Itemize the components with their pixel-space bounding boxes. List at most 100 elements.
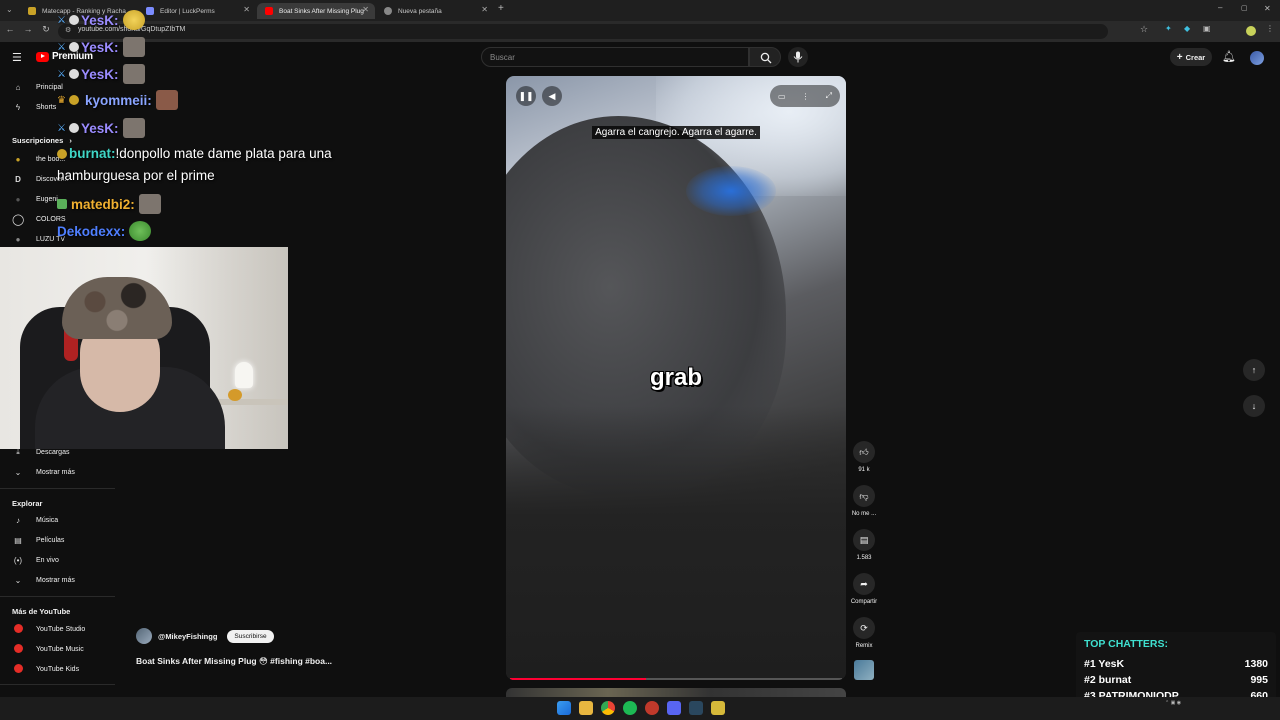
youtube-play-icon (36, 51, 49, 62)
sound-thumbnail[interactable] (854, 660, 874, 680)
channel-avatar[interactable] (136, 628, 152, 644)
app-icon[interactable] (711, 701, 725, 715)
sidebar-item-en-vivo[interactable]: (•) En vivo (12, 553, 59, 567)
discord-icon[interactable] (667, 701, 681, 715)
next-short-preview (506, 688, 846, 697)
profile-avatar[interactable] (1246, 26, 1256, 36)
steam-icon[interactable] (689, 701, 703, 715)
chat-username: Dekodexx: (57, 223, 126, 239)
url-field[interactable]: ⚙ youtube.com/shorts/GqDtupZIbTM (58, 24, 1108, 39)
emote-image (129, 221, 152, 241)
reload-icon[interactable]: ↻ (40, 24, 52, 35)
volume-icon: ◀︎ (548, 90, 556, 101)
sidebar-item-label: Descargas (36, 448, 70, 456)
tab-label: Editor | LuckPerms (160, 7, 215, 15)
create-button[interactable]: + Crear (1170, 48, 1212, 66)
sidebar-item-youtube-kids[interactable]: YouTube Kids (12, 662, 79, 676)
maximize-icon[interactable]: ▢ (1241, 4, 1248, 12)
like-action[interactable]: 👍︎ 91 k (850, 441, 878, 473)
top-chatters-title: TOP CHATTERS: (1084, 638, 1169, 650)
close-icon[interactable]: ✕ (481, 5, 488, 14)
captions-icon[interactable]: ▭ (778, 92, 786, 101)
tab-favicon (28, 7, 36, 15)
chrome-icon[interactable] (601, 701, 615, 715)
more-options-icon[interactable]: ⋮ (802, 92, 810, 101)
file-explorer-icon[interactable] (579, 701, 593, 715)
chat-message: ⚔ YesK: (57, 37, 145, 57)
new-tab-icon[interactable]: + (498, 3, 504, 14)
top-chatter-name-group: #1 YesK (1084, 658, 1124, 670)
sword-badge-icon: ⚔ (57, 69, 66, 80)
sidebar-item-youtube-studio[interactable]: YouTube Studio (12, 622, 85, 636)
chat-message: ♛ kyommeii: (57, 90, 178, 110)
sword-badge-icon: ⚔ (57, 15, 66, 26)
top-chatter-name: YesK (1098, 658, 1125, 670)
windows-start-icon[interactable] (557, 701, 571, 715)
minimize-icon[interactable]: – (1218, 3, 1222, 12)
sidebar-item-principal[interactable]: ⌂ Principal (12, 80, 63, 94)
top-chatter-rank: #1 (1084, 658, 1096, 670)
tab-list-icon[interactable]: ⌄ (6, 5, 13, 14)
browser-tab-bar: ⌄ Matecapp - Ranking y Racha ... Editor … (0, 0, 1280, 21)
shorts-video-player[interactable]: ❚❚ ◀︎ ▭ ⋮ ⤢ Agarra el cangrejo. Agarra e… (506, 76, 846, 680)
dislike-action[interactable]: 👎︎ No me ... (850, 485, 878, 517)
comments-action[interactable]: ▤ 1.583 (850, 529, 878, 561)
youtube-favicon (265, 7, 273, 15)
notifications-bell-icon[interactable]: 🔔︎ (1222, 50, 1236, 63)
tray-icons[interactable]: ⌃ ▣ ◉ (1165, 700, 1181, 706)
sub-badge-icon (57, 199, 67, 209)
spotify-icon[interactable] (623, 701, 637, 715)
crown-badge-icon: ♛ (57, 95, 66, 106)
fullscreen-icon[interactable]: ⤢ (826, 91, 832, 101)
extension-icon[interactable]: ✦ (1165, 24, 1172, 33)
close-window-icon[interactable]: ✕ (1264, 4, 1271, 13)
channel-avatar: ● (15, 154, 21, 164)
emote-image (122, 118, 145, 138)
previous-short-button[interactable]: ↑ (1243, 359, 1265, 381)
webcam-overlay (0, 247, 288, 449)
chat-message: ⚔ YesK: (57, 118, 145, 138)
sidebar-item-show-more[interactable]: ⌄ Mostrar más (12, 465, 75, 479)
pause-button[interactable]: ❚❚ (516, 86, 536, 106)
bookmark-icon[interactable]: ☆ (1140, 24, 1148, 35)
tab-luckperms[interactable]: Editor | LuckPerms ✕ (138, 3, 256, 19)
sidebar-subscription[interactable]: ● Eugeni... (12, 192, 64, 206)
video-progress-bar[interactable] (510, 678, 842, 680)
sidebar-item-descargas[interactable]: ⤓ Descargas (12, 445, 69, 459)
close-icon[interactable]: ✕ (362, 5, 369, 14)
next-short-button[interactable]: ↓ (1243, 395, 1265, 417)
extensions-menu-icon[interactable]: ▣ (1203, 24, 1211, 33)
close-icon[interactable]: ✕ (243, 5, 250, 14)
tab-boat-sinks[interactable]: Boat Sinks After Missing Plug ✕ (257, 3, 375, 19)
sidebar-item-youtube-music[interactable]: YouTube Music (12, 642, 84, 656)
voice-search-button[interactable] (788, 47, 808, 67)
share-action[interactable]: ➦ Compartir (850, 573, 878, 605)
subscribe-button[interactable]: Suscribirse (227, 629, 274, 643)
forward-icon[interactable]: → (22, 24, 34, 34)
sidebar-item-musica[interactable]: ♪ Música (12, 513, 58, 527)
dislike-icon: 👎︎ (853, 485, 875, 507)
video-title[interactable]: Boat Sinks After Missing Plug 😳 #fishing… (136, 656, 332, 667)
search-placeholder: Buscar (490, 53, 515, 62)
sidebar-item-shorts[interactable]: ϟ Shorts (12, 100, 56, 114)
hamburger-menu-icon[interactable]: ☰ (12, 51, 22, 64)
like-count: 91 k (858, 467, 870, 473)
search-button[interactable] (749, 47, 781, 67)
tab-label: Boat Sinks After Missing Plug (279, 7, 364, 15)
search-input[interactable]: Buscar (481, 47, 749, 67)
chat-username: burnat: (69, 146, 116, 161)
volume-button[interactable]: ◀︎ (542, 86, 562, 106)
more-menu-icon[interactable]: ⋮ (1266, 24, 1274, 33)
account-avatar[interactable] (1250, 51, 1264, 65)
extension-icon[interactable]: ◆ (1184, 24, 1190, 33)
sidebar-item-peliculas[interactable]: ▤ Películas (12, 533, 64, 547)
back-icon[interactable]: ← (4, 24, 16, 34)
emote-image (122, 10, 145, 30)
app-icon[interactable] (645, 701, 659, 715)
remix-action[interactable]: ⟳ Remix (850, 617, 878, 649)
sidebar-item-label: YouTube Music (36, 645, 84, 653)
tab-new[interactable]: Nueva pestaña ✕ (376, 3, 494, 19)
sidebar-divider (0, 684, 115, 685)
sidebar-item-show-more[interactable]: ⌄ Mostrar más (12, 573, 75, 587)
channel-handle[interactable]: @MikeyFishingg (158, 632, 217, 641)
